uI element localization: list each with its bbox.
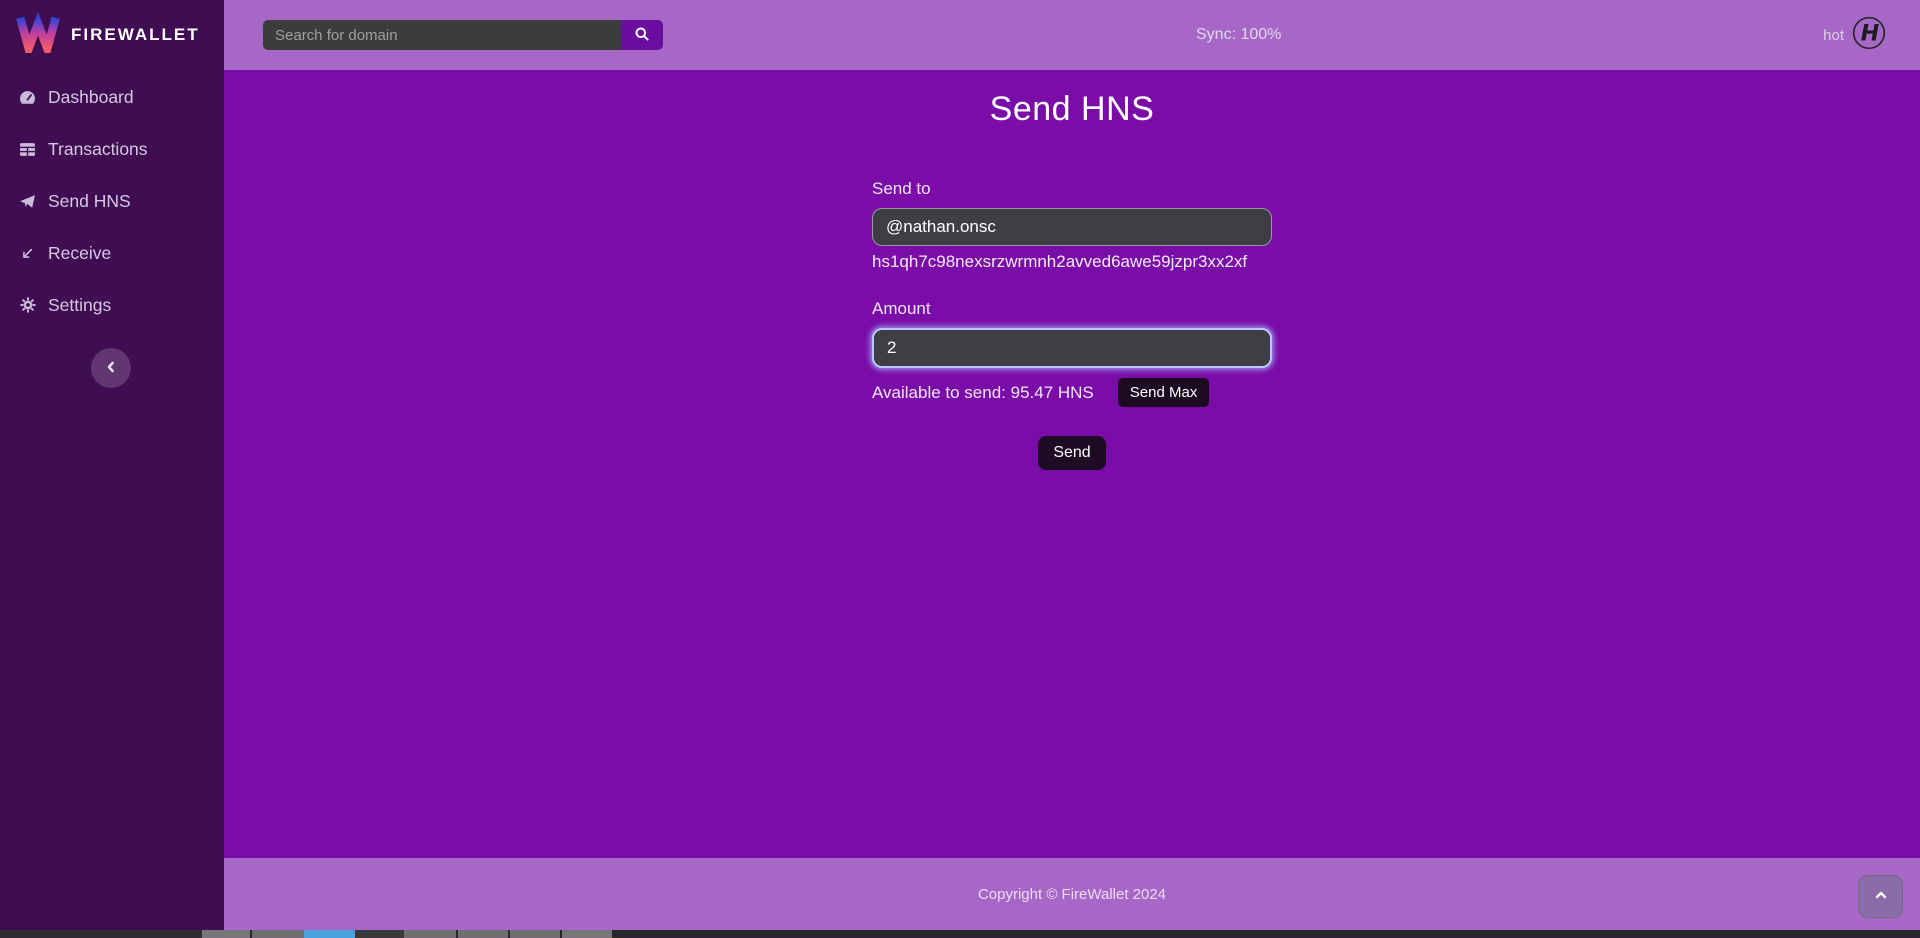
resolved-address: hs1qh7c98nexsrzwrmnh2avved6awe59jzpr3xx2… — [872, 251, 1272, 273]
send-button-row: Send — [872, 436, 1272, 470]
firewallet-logo-icon — [16, 13, 60, 58]
taskbar-segment — [510, 930, 560, 938]
sidebar-nav: Dashboard Transactions Send HNS Receive — [0, 86, 224, 316]
search-button[interactable] — [621, 20, 663, 50]
taskbar-segment — [304, 930, 355, 938]
scroll-to-top-button[interactable] — [1858, 875, 1903, 918]
sidebar-item-receive[interactable]: Receive — [0, 242, 224, 264]
available-balance: Available to send: 95.47 HNS — [872, 383, 1094, 403]
sidebar-item-dashboard[interactable]: Dashboard — [0, 86, 224, 108]
taskbar-segment — [252, 930, 304, 938]
send-to-label: Send to — [872, 178, 1272, 200]
sidebar-item-label: Send HNS — [48, 191, 131, 212]
taskbar-strip — [0, 930, 1920, 938]
sidebar-item-label: Receive — [48, 243, 111, 264]
taskbar-segment — [562, 930, 612, 938]
sidebar-item-send-hns[interactable]: Send HNS — [0, 190, 224, 212]
taskbar-segment — [202, 930, 250, 938]
sidebar-item-transactions[interactable]: Transactions — [0, 138, 224, 160]
chevron-up-icon — [1873, 887, 1889, 906]
top-bar: Sync: 100% hot H — [224, 0, 1920, 70]
taskbar-segment — [355, 930, 404, 938]
sidebar-item-label: Settings — [48, 295, 111, 316]
wallet-name: hot — [1823, 27, 1844, 44]
available-row: Available to send: 95.47 HNS Send Max — [872, 378, 1272, 407]
receive-arrow-icon — [18, 245, 37, 262]
wallet-indicator[interactable]: hot H — [1823, 0, 1886, 70]
dashboard-gauge-icon — [18, 89, 37, 106]
send-button[interactable]: Send — [1038, 436, 1105, 470]
brand: FIREWALLET — [0, 0, 224, 70]
taskbar-segment — [404, 930, 456, 938]
amount-input[interactable] — [872, 328, 1272, 368]
send-form: Send to hs1qh7c98nexsrzwrmnh2avved6awe59… — [872, 178, 1272, 470]
search-icon — [634, 26, 650, 45]
search-input[interactable] — [263, 20, 621, 50]
sync-status: Sync: 100% — [1196, 0, 1281, 70]
handshake-logo-icon: H — [1852, 16, 1886, 55]
send-to-input[interactable] — [872, 208, 1272, 246]
footer: Copyright © FireWallet 2024 — [224, 858, 1920, 930]
page-title: Send HNS — [224, 90, 1920, 129]
taskbar-segment — [0, 930, 202, 938]
sidebar: FIREWALLET Dashboard Transactions Send H… — [0, 0, 224, 930]
search-bar — [263, 20, 663, 50]
app-window: FIREWALLET Dashboard Transactions Send H… — [0, 0, 1920, 938]
transactions-table-icon — [18, 141, 37, 158]
taskbar-segment — [458, 930, 508, 938]
sidebar-item-label: Dashboard — [48, 87, 134, 108]
gear-icon — [18, 297, 37, 314]
sidebar-item-label: Transactions — [48, 139, 148, 160]
sidebar-item-settings[interactable]: Settings — [0, 294, 224, 316]
sidebar-collapse-button[interactable] — [91, 348, 131, 388]
brand-name: FIREWALLET — [71, 25, 200, 45]
paper-plane-icon — [18, 193, 37, 210]
taskbar-segment — [612, 930, 1920, 938]
send-max-button[interactable]: Send Max — [1118, 378, 1210, 407]
svg-text:H: H — [1861, 21, 1879, 46]
chevron-left-icon — [103, 359, 119, 378]
copyright-text: Copyright © FireWallet 2024 — [978, 886, 1166, 903]
amount-label: Amount — [872, 298, 1272, 320]
main-content: Send HNS Send to hs1qh7c98nexsrzwrmnh2av… — [224, 70, 1920, 858]
